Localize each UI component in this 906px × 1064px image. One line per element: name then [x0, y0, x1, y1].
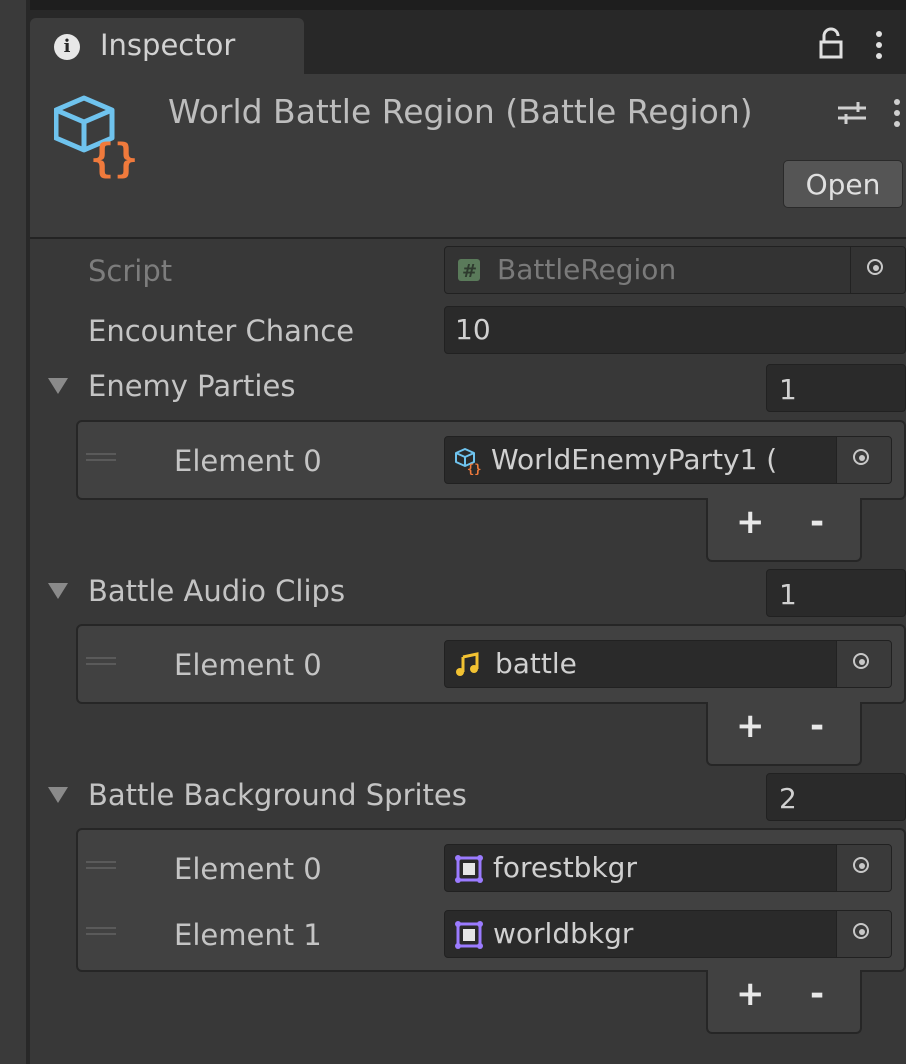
- tab-menu-icon[interactable]: [874, 30, 884, 60]
- svg-text:{}: {}: [467, 462, 481, 475]
- list-element-label: Element 0: [174, 444, 322, 478]
- component-menu-icon[interactable]: [892, 98, 902, 128]
- presets-icon[interactable]: [834, 98, 870, 128]
- svg-text:{}: {}: [90, 136, 138, 182]
- remove-element-button[interactable]: -: [810, 706, 824, 746]
- remove-element-button[interactable]: -: [810, 974, 824, 1014]
- scriptable-object-icon: {}: [455, 448, 481, 475]
- battle-background-sprites-add-remove: + -: [706, 970, 862, 1034]
- foldout-arrow-icon[interactable]: [48, 378, 68, 394]
- object-picker-icon[interactable]: [836, 845, 891, 891]
- element-value: battle: [495, 647, 577, 680]
- foldout-arrow-icon[interactable]: [48, 787, 68, 803]
- side-panel-edge-inner: [0, 0, 26, 1064]
- object-picker-icon[interactable]: [836, 641, 891, 687]
- add-element-button[interactable]: +: [736, 706, 765, 746]
- element-value: WorldEnemyParty1 (: [491, 443, 778, 476]
- list-element-label: Element 0: [174, 648, 322, 682]
- battle-background-sprites-size-input[interactable]: 2: [766, 773, 906, 821]
- enemy-parties-label[interactable]: Enemy Parties: [88, 369, 295, 403]
- object-picker-icon[interactable]: [836, 911, 891, 957]
- enemy-parties-size-input[interactable]: 1: [766, 364, 906, 412]
- add-element-button[interactable]: +: [736, 502, 765, 542]
- svg-text:#: #: [462, 261, 477, 282]
- enemy-parties-add-remove: + -: [706, 498, 862, 562]
- drag-handle-icon[interactable]: [86, 861, 116, 869]
- sprite-icon: [455, 855, 483, 883]
- drag-handle-icon[interactable]: [86, 927, 116, 935]
- audio-clip-icon: [456, 652, 479, 676]
- encounter-chance-label: Encounter Chance: [88, 314, 355, 348]
- window-top-gap: [0, 0, 906, 10]
- script-field[interactable]: # BattleRegion: [444, 246, 906, 294]
- drag-handle-icon[interactable]: [86, 453, 116, 461]
- open-button[interactable]: Open: [783, 160, 903, 208]
- sprite-element-field[interactable]: worldbkgr: [444, 910, 892, 958]
- battle-background-sprites-label[interactable]: Battle Background Sprites: [88, 778, 467, 812]
- list-element-label: Element 0: [174, 852, 322, 886]
- script-value: BattleRegion: [497, 253, 677, 286]
- info-icon: i: [54, 34, 80, 60]
- script-label: Script: [88, 254, 173, 288]
- enemy-party-element-field[interactable]: {} WorldEnemyParty1 (: [444, 436, 892, 484]
- tab-inspector-label: Inspector: [100, 28, 236, 62]
- foldout-arrow-icon[interactable]: [48, 583, 68, 599]
- csharp-script-icon: #: [458, 259, 480, 282]
- battle-audio-clips-add-remove: + -: [706, 702, 862, 766]
- drag-handle-icon[interactable]: [86, 657, 116, 665]
- list-element-label: Element 1: [174, 918, 322, 952]
- scriptable-object-icon: {}: [54, 95, 138, 182]
- add-element-button[interactable]: +: [736, 974, 765, 1014]
- sprite-icon: [455, 921, 483, 949]
- lock-icon[interactable]: [816, 26, 846, 60]
- object-picker-icon[interactable]: [836, 437, 891, 483]
- remove-element-button[interactable]: -: [810, 502, 824, 542]
- component-title: World Battle Region (Battle Region): [168, 92, 753, 131]
- encounter-chance-input[interactable]: 10: [444, 306, 906, 354]
- sprite-element-field[interactable]: forestbkgr: [444, 844, 892, 892]
- element-value: worldbkgr: [493, 917, 634, 950]
- battle-audio-clips-label[interactable]: Battle Audio Clips: [88, 574, 345, 608]
- element-value: forestbkgr: [493, 851, 637, 884]
- audio-clip-element-field[interactable]: battle: [444, 640, 892, 688]
- script-picker-icon[interactable]: [850, 247, 905, 293]
- battle-audio-clips-size-input[interactable]: 1: [766, 569, 906, 617]
